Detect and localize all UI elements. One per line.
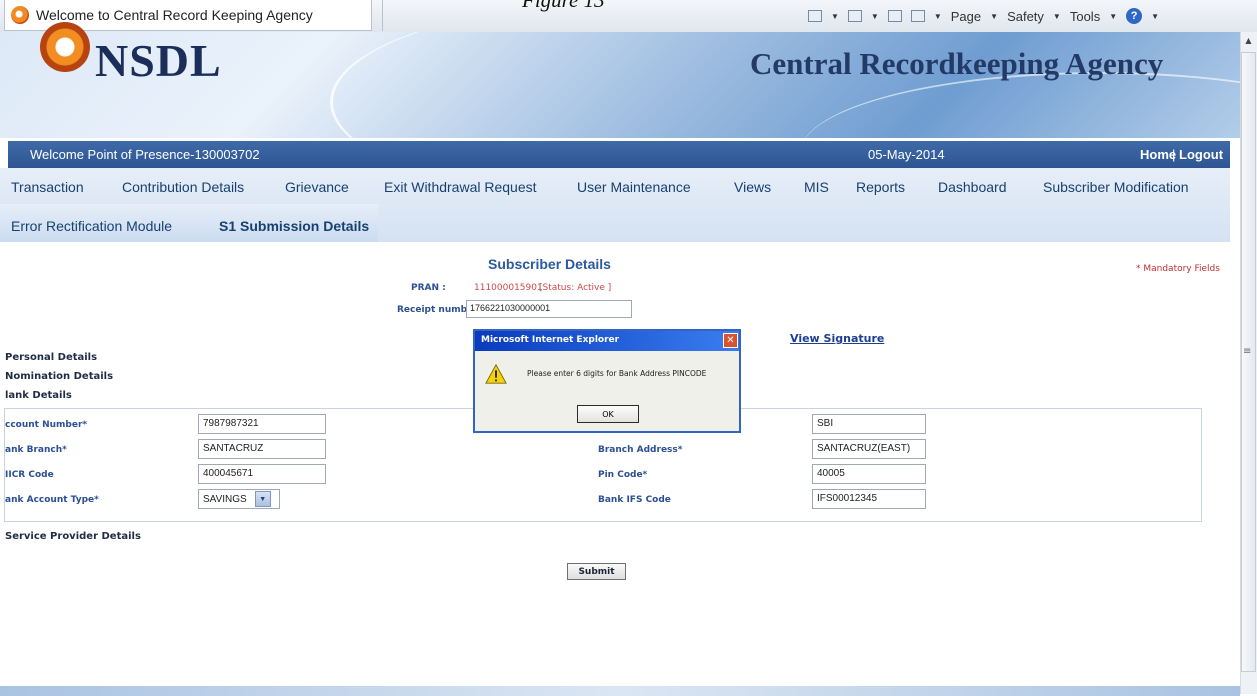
menu-mis[interactable]: MIS bbox=[804, 179, 829, 195]
menu-items: Transaction Contribution Details Grievan… bbox=[0, 168, 1230, 242]
ifs-code-field[interactable]: IFS00012345 bbox=[812, 489, 926, 509]
status-badge: [Status: Active ] bbox=[539, 283, 612, 293]
warning-icon bbox=[485, 363, 507, 384]
micr-code-field[interactable]: 400045671 bbox=[198, 464, 326, 484]
bank-details-link[interactable]: lank Details bbox=[5, 390, 72, 401]
branch-address-field[interactable]: SANTACRUZ(EAST) bbox=[812, 439, 926, 459]
safety-menu[interactable]: Safety bbox=[1007, 9, 1044, 24]
chevron-down-icon[interactable]: ▼ bbox=[871, 12, 879, 21]
chevron-down-icon: ▼ bbox=[1109, 11, 1118, 21]
scrollbar-thumb[interactable] bbox=[1241, 52, 1256, 672]
close-icon[interactable]: ✕ bbox=[723, 333, 738, 348]
tab-title: Welcome to Central Record Keeping Agency bbox=[36, 7, 313, 23]
current-date: 05-May-2014 bbox=[868, 147, 945, 162]
nomination-details-link[interactable]: Nomination Details bbox=[5, 371, 113, 382]
feeds-icon[interactable] bbox=[847, 10, 862, 22]
menu-views[interactable]: Views bbox=[734, 179, 771, 195]
dialog-title-bar[interactable]: Microsoft Internet Explorer ✕ bbox=[475, 331, 739, 351]
menu-grievance[interactable]: Grievance bbox=[285, 179, 349, 195]
menu-reports[interactable]: Reports bbox=[856, 179, 905, 195]
chevron-down-icon[interactable]: ▼ bbox=[934, 12, 942, 21]
page-menu[interactable]: Page bbox=[951, 9, 981, 24]
scroll-up-icon[interactable]: ▲ bbox=[1240, 32, 1257, 49]
menu-exit-withdrawal-request[interactable]: Exit Withdrawal Request bbox=[384, 179, 537, 195]
chevron-down-icon: ▼ bbox=[990, 11, 999, 21]
submit-button[interactable]: Submit bbox=[567, 563, 626, 580]
account-type-value: SAVINGS bbox=[203, 493, 247, 505]
figure-caption: Figure 13 bbox=[522, 0, 605, 12]
agency-title: Central Recordkeeping Agency bbox=[750, 46, 1164, 81]
menu-transaction[interactable]: Transaction bbox=[11, 179, 84, 195]
logout-link[interactable]: Logout bbox=[1179, 147, 1223, 162]
chevron-down-icon: ▼ bbox=[1151, 11, 1160, 21]
branch-address-label: Branch Address* bbox=[598, 445, 683, 455]
page-title: Subscriber Details bbox=[488, 256, 611, 272]
tools-menu[interactable]: Tools bbox=[1070, 9, 1100, 24]
site-favicon-icon bbox=[11, 6, 29, 24]
menu-dashboard[interactable]: Dashboard bbox=[938, 179, 1007, 195]
bank-branch-label: ank Branch* bbox=[5, 445, 67, 455]
nsdl-logo-text: NSDL bbox=[95, 35, 222, 86]
view-signature-link[interactable]: View Signature bbox=[790, 332, 884, 345]
browser-command-bar: ▼ ▼ ▼ Page ▼ Safety ▼ Tools ▼ ? ▼ bbox=[808, 6, 1159, 26]
pin-code-label: Pin Code* bbox=[598, 470, 648, 480]
ok-button[interactable]: OK bbox=[577, 405, 639, 423]
help-icon[interactable]: ? bbox=[1126, 8, 1143, 24]
bottom-strip bbox=[0, 686, 1240, 696]
service-provider-details-link[interactable]: Service Provider Details bbox=[5, 531, 141, 542]
menu-contribution-details[interactable]: Contribution Details bbox=[122, 179, 244, 195]
chevron-down-icon[interactable]: ▼ bbox=[831, 12, 839, 21]
receipt-number-field[interactable]: 1766221030000001 bbox=[466, 300, 632, 318]
bank-name-field[interactable]: SBI bbox=[812, 414, 926, 434]
account-number-label: ccount Number* bbox=[5, 420, 88, 430]
alert-dialog: Microsoft Internet Explorer ✕ Please ent… bbox=[473, 329, 741, 433]
welcome-text: Welcome Point of Presence-130003702 bbox=[30, 147, 260, 162]
scroll-grip-icon: ≡ bbox=[1243, 346, 1252, 357]
menu-s1-submission-details[interactable]: S1 Submission Details bbox=[219, 218, 369, 234]
pran-label: PRAN : bbox=[411, 283, 446, 293]
chevron-down-icon[interactable]: ▼ bbox=[254, 491, 271, 507]
print-icon[interactable] bbox=[910, 10, 925, 22]
menu-subscriber-modification[interactable]: Subscriber Modification bbox=[1043, 179, 1189, 195]
dialog-title: Microsoft Internet Explorer bbox=[481, 335, 620, 345]
tab-divider bbox=[382, 0, 383, 31]
home-icon[interactable] bbox=[808, 10, 822, 22]
bank-branch-field[interactable]: SANTACRUZ bbox=[198, 439, 326, 459]
welcome-bar: Welcome Point of Presence-130003702 05-M… bbox=[8, 141, 1230, 168]
ifs-code-label: Bank IFS Code bbox=[598, 495, 671, 505]
account-type-select[interactable]: SAVINGS ▼ bbox=[198, 489, 280, 509]
menu-error-rectification-module[interactable]: Error Rectification Module bbox=[11, 218, 172, 234]
menu-user-maintenance[interactable]: User Maintenance bbox=[577, 179, 691, 195]
dialog-message: Please enter 6 digits for Bank Address P… bbox=[527, 369, 707, 378]
personal-details-link[interactable]: Personal Details bbox=[5, 352, 97, 363]
mail-icon[interactable] bbox=[887, 10, 902, 22]
nsdl-logo-icon bbox=[40, 22, 90, 72]
micr-code-label: IICR Code bbox=[5, 470, 54, 480]
pran-value: 111000015901 bbox=[474, 283, 543, 293]
pin-code-field[interactable]: 40005 bbox=[812, 464, 926, 484]
account-number-field[interactable]: 7987987321 bbox=[198, 414, 326, 434]
account-type-label: ank Account Type* bbox=[5, 495, 99, 505]
home-link[interactable]: Home bbox=[1140, 147, 1176, 162]
link-separator: | bbox=[1172, 147, 1176, 162]
chevron-down-icon: ▼ bbox=[1052, 11, 1061, 21]
mandatory-fields-note: * Mandatory Fields bbox=[1136, 264, 1220, 274]
